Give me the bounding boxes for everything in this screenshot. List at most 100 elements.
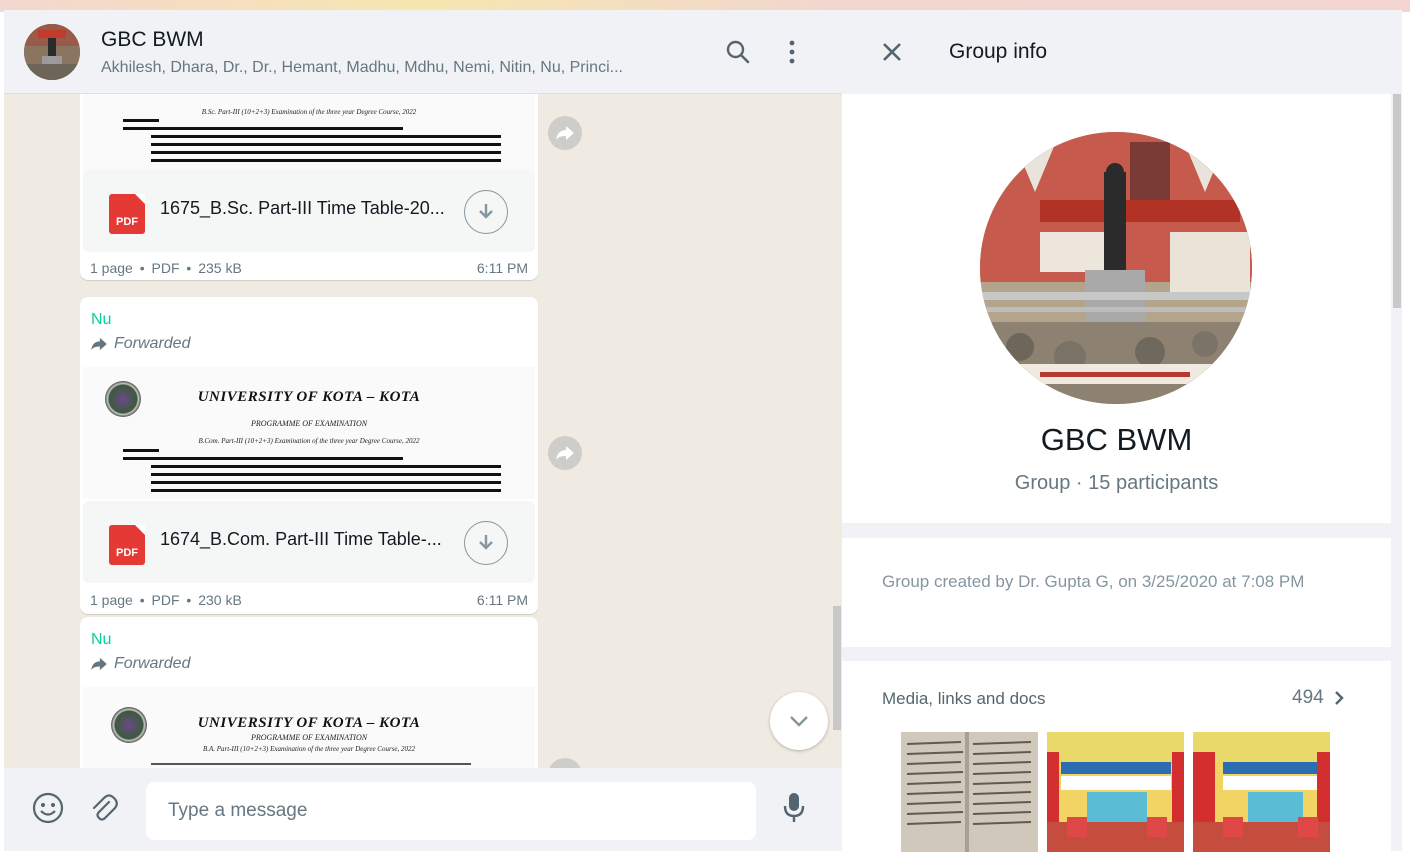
forward-share-button[interactable]: [548, 116, 582, 150]
pdf-icon: PDF: [109, 525, 145, 565]
sender-name[interactable]: Nu: [91, 311, 111, 329]
meta-separator: •: [139, 260, 145, 276]
download-arrow-icon: [479, 535, 493, 550]
document-preview[interactable]: B.Sc. Part-III (10+2+3) Examination of t…: [83, 94, 535, 174]
message-time: 6:11 PM: [476, 260, 528, 276]
preview-ink: [151, 489, 501, 492]
chat-scrollbar[interactable]: [833, 606, 841, 730]
forwarded-icon: [91, 337, 107, 351]
message-input[interactable]: [146, 782, 756, 840]
forward-arrow-icon: [556, 446, 574, 460]
media-card[interactable]: Media, links and docs 494: [842, 661, 1391, 852]
programme-title: PROGRAMME OF EXAMINATION: [250, 733, 368, 742]
preview-ink: [151, 135, 501, 138]
page-count: 1 page: [90, 592, 133, 608]
group-created-text: Group created by Dr. Gupta G, on 3/25/20…: [882, 572, 1305, 591]
document-preview[interactable]: UNIVERSITY OF KOTA – KOTA PROGRAMME OF E…: [83, 367, 535, 499]
media-links-docs-label[interactable]: Media, links and docs: [882, 689, 1045, 709]
media-thumbnail[interactable]: [1047, 732, 1184, 852]
message-time: 6:11 PM: [476, 592, 528, 608]
preview-ink: [151, 159, 501, 162]
attach-clip-icon[interactable]: [84, 788, 124, 828]
forwarded-text: Forwarded: [114, 335, 191, 352]
chevron-right-icon: [1334, 691, 1344, 705]
group-photo[interactable]: [980, 132, 1252, 404]
preview-line: B.A. Part-III (10+2+3) Examination of th…: [202, 745, 416, 753]
preview-line: B.Com. Part-III (10+2+3) Examination of …: [198, 437, 420, 445]
group-profile-card: GBC BWM Group · 15 participants: [842, 94, 1391, 523]
meta-separator: •: [186, 592, 192, 608]
chat-pane: GBC BWM Akhilesh, Dhara, Dr., Dr., Heman…: [4, 10, 842, 851]
media-thumbnail[interactable]: [901, 732, 1038, 852]
whatsapp-app: GBC BWM Akhilesh, Dhara, Dr., Dr., Heman…: [4, 10, 1402, 852]
download-button[interactable]: [464, 521, 508, 565]
forward-share-button[interactable]: [548, 436, 582, 470]
forwarded-icon: [91, 657, 107, 671]
chat-title[interactable]: GBC BWM: [101, 28, 204, 52]
pdf-icon: PDF: [109, 194, 145, 234]
preview-ink: [123, 449, 159, 452]
university-title: UNIVERSITY OF KOTA – KOTA: [197, 389, 421, 405]
preview-ink: [151, 143, 501, 146]
sender-name[interactable]: Nu: [91, 631, 111, 649]
document-bar[interactable]: PDF 1674_B.Com. Part-III Time Table-...: [83, 501, 535, 583]
search-icon[interactable]: [722, 36, 754, 68]
preview-ink: [151, 763, 471, 765]
chevron-down-icon: [790, 716, 808, 727]
document-meta: 1 page • PDF • 235 kB: [90, 260, 242, 276]
preview-ink: [123, 127, 403, 130]
info-scrollbar-thumb[interactable]: [1393, 94, 1401, 308]
preview-ink: [151, 473, 501, 476]
document-name[interactable]: 1675_B.Sc. Part-III Time Table-20...: [160, 198, 445, 219]
preview-ink: [123, 457, 403, 460]
media-count-value: 494: [1292, 687, 1324, 708]
forwarded-label: Forwarded: [90, 655, 190, 673]
file-type: PDF: [151, 592, 180, 608]
group-name[interactable]: GBC BWM: [842, 422, 1391, 458]
message-list[interactable]: B.Sc. Part-III (10+2+3) Examination of t…: [4, 94, 842, 768]
document-bar[interactable]: PDF 1675_B.Sc. Part-III Time Table-20...: [83, 170, 535, 252]
group-avatar[interactable]: [24, 24, 80, 80]
group-created-card: Group created by Dr. Gupta G, on 3/25/20…: [842, 538, 1391, 647]
group-info-header: Group info: [842, 10, 1402, 94]
forward-arrow-icon: [556, 126, 574, 140]
preview-line: B.Sc. Part-III (10+2+3) Examination of t…: [201, 108, 417, 116]
preview-ink: [151, 481, 501, 484]
programme-title: PROGRAMME OF EXAMINATION: [250, 419, 368, 428]
media-count[interactable]: 494: [1292, 687, 1344, 709]
group-participants-count: Group · 15 participants: [1014, 472, 1219, 494]
file-size: 230 kB: [198, 592, 242, 608]
download-button[interactable]: [464, 190, 508, 234]
page-count: 1 page: [90, 260, 133, 276]
emoji-icon[interactable]: [28, 788, 68, 828]
group-info-title: Group info: [949, 40, 1048, 63]
media-thumbnail[interactable]: [1193, 732, 1330, 852]
message-bubble[interactable]: Nu Forwarded UNIVERSITY OF KOTA – KOTA P…: [80, 297, 538, 614]
document-name[interactable]: 1674_B.Com. Part-III Time Table-...: [160, 529, 442, 550]
file-size: 235 kB: [198, 260, 242, 276]
close-icon[interactable]: [876, 36, 908, 68]
chat-participants[interactable]: Akhilesh, Dhara, Dr., Dr., Hemant, Madhu…: [101, 59, 691, 77]
university-title: UNIVERSITY OF KOTA – KOTA: [197, 715, 421, 731]
microphone-icon[interactable]: [774, 788, 814, 828]
scroll-to-bottom-button[interactable]: [770, 692, 828, 750]
document-meta: 1 page • PDF • 230 kB: [90, 592, 242, 608]
download-arrow-icon: [479, 204, 493, 219]
menu-kebab-icon[interactable]: [776, 36, 808, 68]
info-scrollbar-track[interactable]: [1391, 94, 1402, 851]
file-type: PDF: [151, 260, 180, 276]
preview-ink: [151, 465, 501, 468]
message-bubble[interactable]: B.Sc. Part-III (10+2+3) Examination of t…: [80, 94, 538, 280]
meta-separator: •: [186, 260, 192, 276]
chat-header[interactable]: GBC BWM Akhilesh, Dhara, Dr., Dr., Heman…: [4, 10, 842, 94]
group-info-pane: Group info GBC BWM Group · 15 participan…: [842, 10, 1402, 852]
forwarded-label: Forwarded: [90, 335, 190, 353]
compose-bar: [4, 768, 842, 851]
forwarded-text: Forwarded: [114, 655, 191, 672]
message-bubble[interactable]: Nu Forwarded UNIVERSITY OF KOTA – KOTA P…: [80, 617, 538, 768]
meta-separator: •: [139, 592, 145, 608]
document-preview[interactable]: UNIVERSITY OF KOTA – KOTA PROGRAMME OF E…: [83, 687, 535, 768]
forward-share-button[interactable]: [548, 758, 582, 768]
preview-ink: [123, 119, 159, 122]
preview-ink: [151, 151, 501, 154]
